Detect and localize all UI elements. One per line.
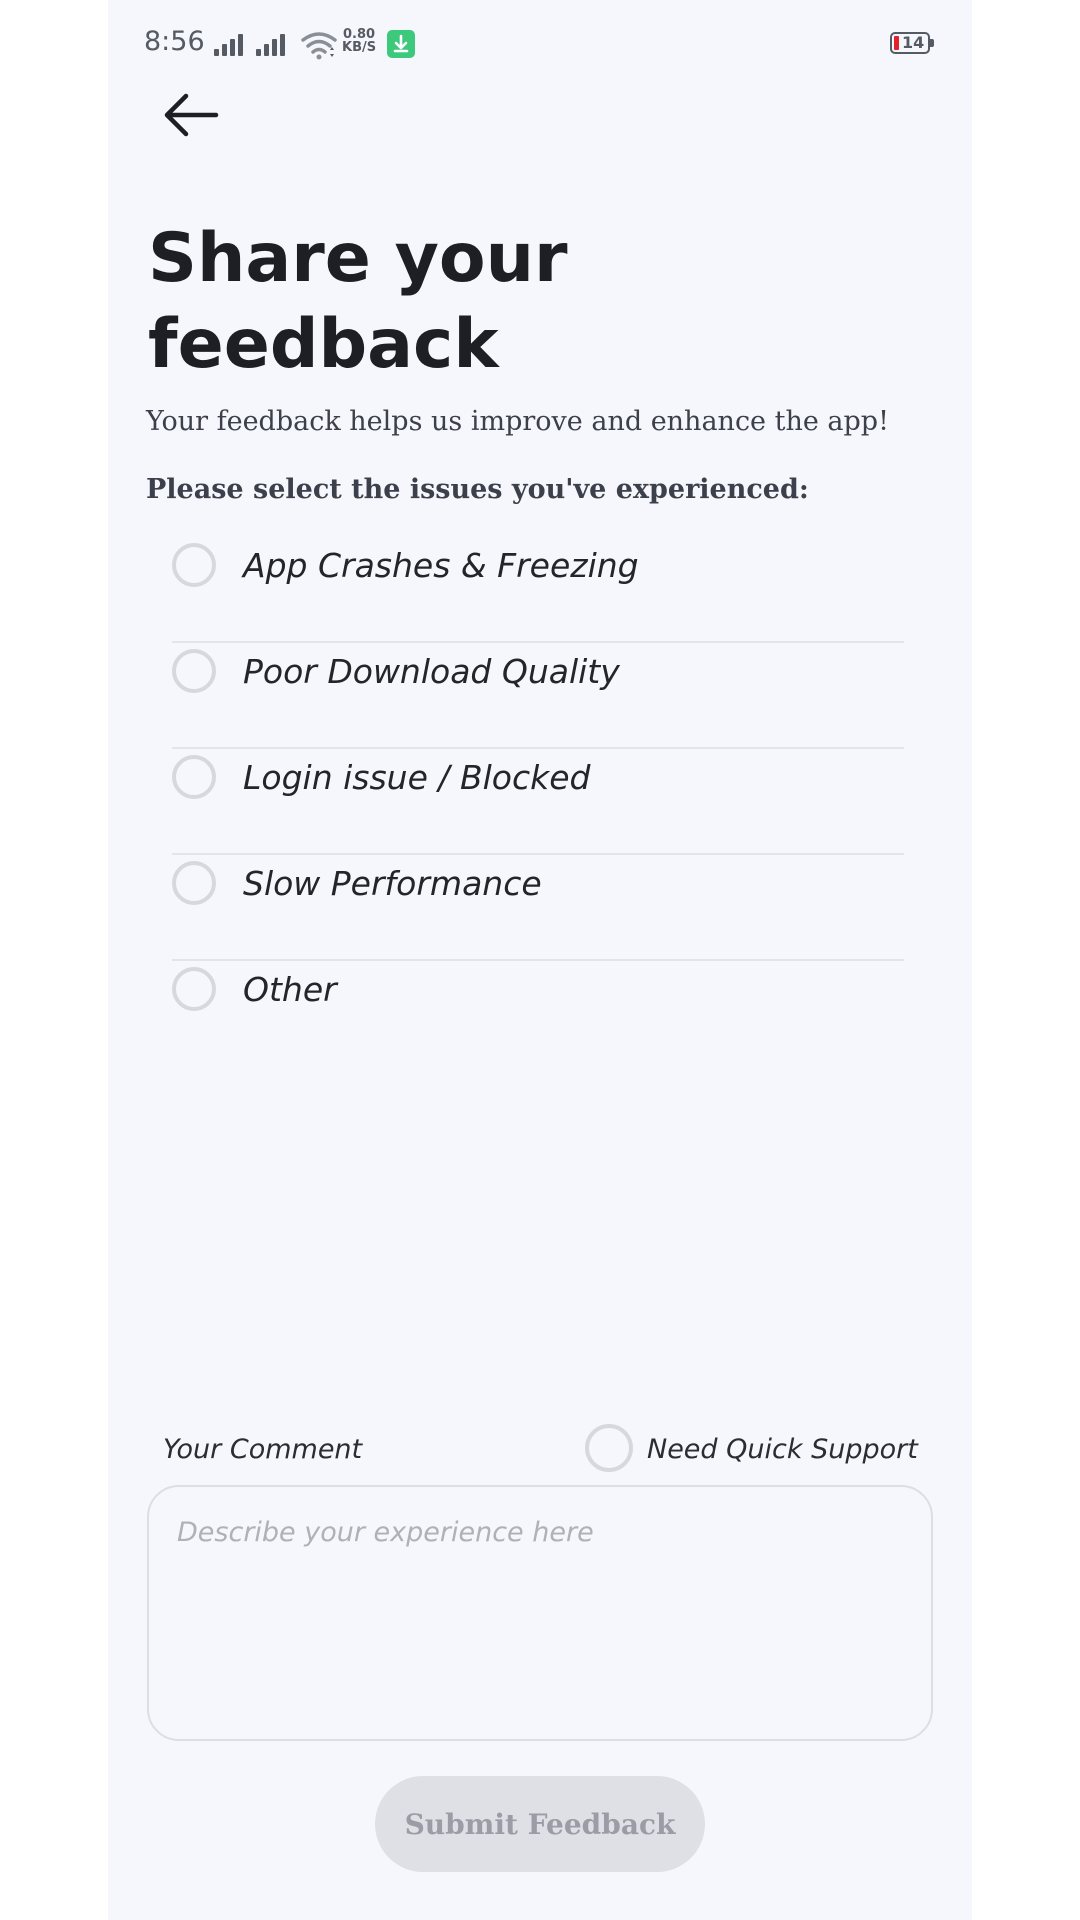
issue-label: App Crashes & Freezing [243, 546, 639, 585]
radio-button[interactable] [172, 755, 216, 799]
radio-button[interactable] [172, 861, 216, 905]
issue-option-app-crashes[interactable]: App Crashes & Freezing [172, 537, 904, 643]
speed-unit: KB/S [342, 40, 377, 55]
issue-label: Poor Download Quality [243, 652, 620, 691]
wifi-icon [301, 32, 337, 60]
feedback-screen: 8:56 0.80 KB/S 14 Share your feedback Yo… [108, 0, 972, 1920]
battery-level: 14 [902, 33, 925, 52]
signal-icon [254, 32, 290, 56]
status-bar: 8:56 0.80 KB/S 14 [144, 22, 936, 66]
issue-option-other[interactable]: Other [172, 961, 904, 1065]
comment-label: Your Comment [163, 1434, 363, 1465]
radio-button[interactable] [172, 649, 216, 693]
issues-list: App Crashes & Freezing Poor Download Qua… [172, 537, 904, 1065]
quick-support-toggle[interactable]: Need Quick Support [585, 1424, 925, 1476]
download-notification-icon [387, 30, 415, 58]
page-subtitle: Your feedback helps us improve and enhan… [146, 406, 889, 437]
submit-feedback-button[interactable]: Submit Feedback [375, 1776, 705, 1872]
battery-icon: 14 [890, 32, 936, 54]
issue-option-poor-download-quality[interactable]: Poor Download Quality [172, 643, 904, 749]
issue-label: Slow Performance [243, 864, 542, 903]
radio-button[interactable] [172, 543, 216, 587]
network-speed: 0.80 KB/S [342, 28, 376, 54]
comment-input[interactable] [147, 1485, 933, 1741]
back-button[interactable] [160, 88, 224, 144]
quick-support-label: Need Quick Support [647, 1434, 918, 1465]
issue-option-login-issue[interactable]: Login issue / Blocked [172, 749, 904, 855]
issue-label: Login issue / Blocked [243, 758, 591, 797]
radio-button[interactable] [585, 1424, 633, 1472]
issues-prompt: Please select the issues you've experien… [146, 474, 809, 505]
status-time: 8:56 [144, 26, 205, 57]
radio-button[interactable] [172, 967, 216, 1011]
issue-option-slow-performance[interactable]: Slow Performance [172, 855, 904, 961]
signal-icon [212, 32, 248, 56]
issue-label: Other [243, 970, 337, 1009]
page-title: Share your feedback [148, 219, 568, 384]
arrow-left-icon [164, 93, 219, 137]
